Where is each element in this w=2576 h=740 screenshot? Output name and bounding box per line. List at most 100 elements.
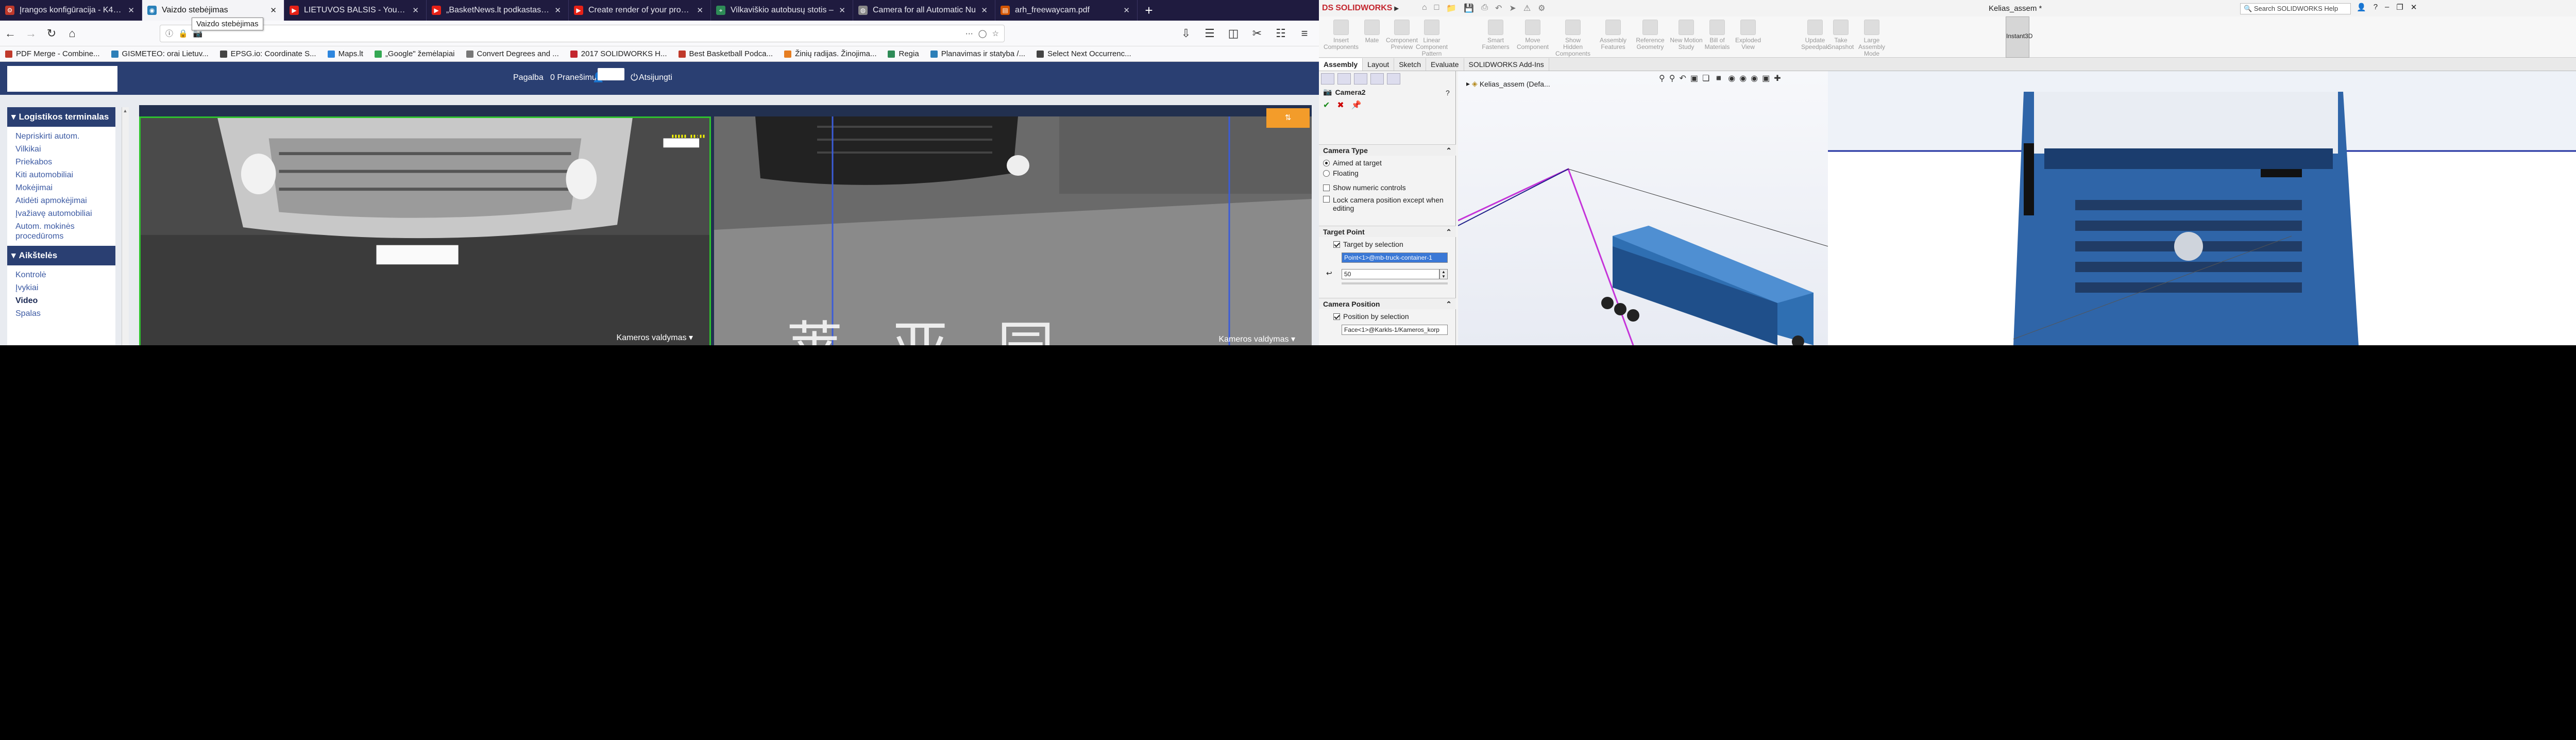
close-icon[interactable]: ✕ [2411,3,2417,12]
camera-feed-1[interactable]: ▮▮▮▮▮ ▮▮:▮▮ Kameros valdymas ▾ [139,116,711,345]
distance-spin-input[interactable]: 50 [1342,269,1439,279]
undo-icon[interactable]: ↶ [1495,3,1502,13]
browser-tab[interactable]: ◍ Camera for all Automatic Nu ✕ [853,0,995,21]
target-point-header[interactable]: Target Point ⌃ [1319,226,1456,237]
feature-tree-root[interactable]: ▸ ◈ Kelias_assem (Defa... [1466,79,1550,88]
save-icon[interactable]: 💾 [1464,3,1474,13]
options-icon[interactable]: ⚙ [1538,3,1545,13]
help-icon[interactable]: ? [1446,89,1450,97]
bookmark-star-icon[interactable]: ☆ [992,29,999,38]
sidebar-item[interactable]: Įvykiai [7,281,115,294]
ok-icon[interactable]: ✔ [1323,100,1330,110]
camera-position-header[interactable]: Camera Position ⌃ [1319,298,1456,309]
hide-show-icon[interactable]: ◉ [1728,73,1735,83]
forward-icon[interactable]: → [21,23,41,44]
user-name-box[interactable] [598,68,624,80]
close-tab-icon[interactable]: ✕ [697,6,703,15]
menu-icon[interactable]: ≡ [1294,23,1315,44]
command-tab[interactable]: Evaluate [1426,58,1464,71]
sidebar-section-logistics[interactable]: ▾ Logistikos terminalas [7,107,115,127]
command-tab[interactable]: SOLIDWORKS Add-Ins [1464,58,1549,71]
ribbon-button[interactable]: Show Hidden Components [1555,20,1591,57]
close-tab-icon[interactable]: ✕ [128,6,134,15]
extension-icon[interactable]: ☷ [1270,23,1291,44]
position-by-selection-checkbox[interactable]: Position by selection [1333,312,1409,321]
power-icon[interactable]: ⏻ [631,72,638,83]
browser-tab[interactable]: ▶ LIETUVOS BALSIS - YouTube ✕ [284,0,427,21]
graphics-pane-left[interactable]: ▸ ◈ Kelias_assem (Defa... ⚲ ⚲ ↶ ▣ ❏ ◾ ◉ … [1458,71,1828,345]
ribbon-button[interactable]: Smart Fasteners [1478,20,1514,51]
minimize-icon[interactable]: – [2385,3,2389,12]
view-orientation-icon[interactable]: ❏ [1702,73,1709,83]
sidebar-scrollbar[interactable]: ▲ [122,107,129,345]
reload-icon[interactable]: ↻ [41,23,62,44]
display-style-icon[interactable]: ◾ [1714,73,1724,83]
config-tab-icon[interactable] [1354,73,1367,85]
site-logo[interactable] [7,66,117,92]
info-icon[interactable]: ⓘ [165,28,173,39]
ribbon-button[interactable]: Large Assembly Mode [1854,20,1890,57]
page-actions-icon[interactable]: ⋯ [965,29,973,38]
scene-icon[interactable]: ◉ [1751,73,1758,83]
instant3d-button[interactable]: Instant3D [2006,16,2032,58]
previous-view-icon[interactable]: ↶ [1679,73,1686,83]
target-selection-box[interactable]: Point<1>@mb-truck-container-1 [1342,253,1448,263]
bookmark-item[interactable]: Convert Degrees and ... [466,49,559,58]
bookmark-item[interactable]: „Google" žemėlapiai [374,49,455,58]
camera-control-1[interactable]: Kameros valdymas ▾ [616,332,693,343]
zoom-fit-icon[interactable]: ⚲ [1659,73,1665,83]
sw-logo[interactable]: DS SOLIDWORKS ▸ [1322,2,1402,15]
distance-slider[interactable] [1342,282,1448,284]
bookmark-item[interactable]: Žinių radijas. Žinojima... [784,49,876,58]
sidebar-item[interactable]: Priekabos [7,156,115,169]
select-icon[interactable]: ➤ [1509,3,1516,13]
target-by-selection-checkbox[interactable]: Target by selection [1333,240,1403,248]
expand-icon[interactable]: ▸ [1466,79,1470,88]
bookmark-item[interactable]: PDF Merge - Combine... [5,49,100,58]
edit-appearance-icon[interactable]: ◉ [1739,73,1747,83]
ribbon-button[interactable]: Assembly Features [1595,20,1631,51]
sidebar-item[interactable]: Atidėti apmokėjimai [7,194,115,207]
display-tab-icon[interactable] [1387,73,1400,85]
graphics-pane-right[interactable] [1828,71,2576,345]
camera-control-2[interactable]: Kameros valdymas ▾ [1218,334,1295,344]
spin-buttons[interactable]: ▲ ▼ [1439,269,1448,279]
aimed-at-target-radio[interactable]: Aimed at target [1323,159,1382,167]
browser-tab[interactable]: ▶ Create render of your product ✕ [569,0,711,21]
floating-radio[interactable]: Floating [1323,169,1359,177]
new-tab-button[interactable]: + [1138,0,1160,21]
print-icon[interactable]: ⎙ [1481,3,1488,13]
home-icon[interactable]: ⌂ [1422,3,1427,13]
ribbon-button[interactable]: Reference Geometry [1632,20,1668,51]
graphics-area[interactable]: ▸ ◈ Kelias_assem (Defa... ⚲ ⚲ ↶ ▣ ❏ ◾ ◉ … [1458,71,2576,345]
sw-help-search[interactable]: 🔍 Search SOLIDWORKS Help [2240,3,2351,14]
browser-tab[interactable]: ▤ arh_freewaycam.pdf ✕ [995,0,1138,21]
screenshot-icon[interactable]: ✂ [1247,23,1267,44]
close-tab-icon[interactable]: ✕ [554,6,561,15]
bookmark-item[interactable]: Best Basketball Podca... [678,49,773,58]
pin-icon[interactable]: 📌 [1351,100,1362,110]
new-doc-icon[interactable]: □ [1434,3,1439,13]
command-tab[interactable]: Sketch [1394,58,1427,71]
home-icon[interactable]: ⌂ [62,23,82,44]
axis-triad-icon[interactable]: ✚ [1774,73,1781,83]
browser-tab[interactable]: ⌖ Vilkaviškio autobusų stotis – ✕ [711,0,853,21]
logout-link[interactable]: Atsijungti [639,73,672,82]
command-tab[interactable]: Assembly [1319,58,1363,71]
view-settings-icon[interactable]: ▣ [1762,73,1770,83]
camera-type-header[interactable]: Camera Type ⌃ [1319,144,1456,156]
browser-tab[interactable]: ▶ „BasketNews.lt podkastas": ar ✕ [427,0,569,21]
sidebar-item[interactable]: Video [7,294,115,307]
library-icon[interactable]: ☰ [1199,23,1220,44]
ribbon-button[interactable]: Linear Component Pattern [1414,20,1450,57]
close-tab-icon[interactable]: ✕ [1123,6,1130,15]
sidebar-item[interactable]: Mokėjimai [7,181,115,194]
user-icon[interactable]: 👤 [2357,3,2366,12]
sidebar-item[interactable]: Nepriskirti autom. [7,130,115,143]
sidebar-item[interactable]: Įvažiavę automobiliai [7,207,115,220]
bookmark-item[interactable]: EPSG.io: Coordinate S... [219,49,316,58]
notices-link[interactable]: 0 Pranešimų [550,73,597,82]
browser-tab[interactable]: ⚙ Įrangos konfigūracija - K478 - ✕ [0,0,142,21]
help-link[interactable]: Pagalba [513,73,544,82]
download-icon[interactable]: ⇩ [1176,23,1196,44]
